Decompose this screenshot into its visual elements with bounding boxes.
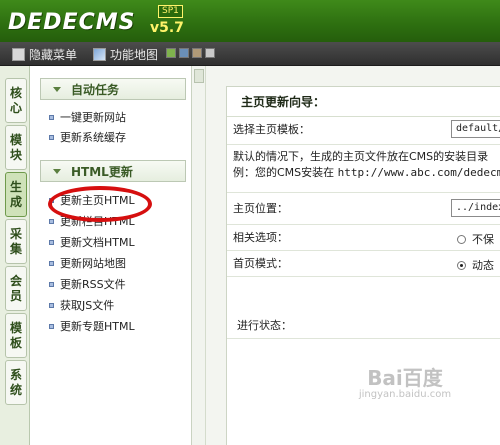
radio-checked-icon [457,260,466,270]
sidebar-item-update-doc-html[interactable]: 更新文档HTML [49,234,135,250]
theme-green-icon[interactable] [166,48,176,58]
panel-title: 主页更新向导： [227,87,500,117]
app-header: DEDECMS SP1 v5.7 [0,0,500,42]
function-map-label: 功能地图 [110,48,159,62]
scroll-up-arrow[interactable] [194,69,204,83]
mode-label: 首页模式： [233,257,288,270]
theme-gray-icon[interactable] [205,48,215,58]
related-label: 相关选项： [233,231,288,244]
splitter[interactable] [192,66,206,445]
sidebar-item-update-cache[interactable]: 更新系统缓存 [49,129,126,145]
section-auto-tasks[interactable]: 自动任务 [40,78,186,100]
bullet-icon [49,260,54,266]
baidu-watermark: Bai百度 jingyan.baidu.com [330,362,480,400]
sidebar-item-update-sitemap[interactable]: 更新网站地图 [49,255,126,271]
description-row: 默认的情况下，生成的主页文件放在CMS的安装目录 例：您的CMS安装在 http… [227,145,500,193]
related-option-label: 不保 [472,233,494,246]
item-label: 更新专题HTML [60,320,135,333]
item-label: 更新网站地图 [60,257,126,270]
item-label: 更新文档HTML [60,236,135,249]
sidebar-item-update-rss[interactable]: 更新RSS文件 [49,276,126,292]
sidebar-item-update-topic-html[interactable]: 更新专题HTML [49,318,135,334]
window-icon [12,48,25,61]
watermark-sub: jingyan.baidu.com [358,389,452,400]
sp-badge: SP1 [158,5,183,18]
status-label: 进行状态： [227,311,500,339]
theme-brown-icon[interactable] [192,48,202,58]
related-option-radio[interactable]: 不保 [457,231,494,247]
watermark-text: Bai百度 [367,366,443,390]
map-icon [93,48,106,61]
bullet-icon [49,134,54,140]
item-label: 获取JS文件 [60,299,115,312]
tab-core[interactable]: 核心 [5,78,27,123]
mode-dynamic-radio[interactable]: 动态 [457,257,494,273]
mode-option-label: 动态 [472,259,494,272]
radio-unchecked-icon [457,234,466,244]
bullet-icon [49,239,54,245]
sidebar-item-one-click-update[interactable]: 一键更新网站 [49,109,126,125]
position-label: 主页位置： [233,202,288,215]
highlight-circle [48,186,152,222]
sidebar: 自动任务 一键更新网站 更新系统缓存 HTML更新 更新主页HTML 更新栏目H… [30,66,192,445]
mode-row: 首页模式： 动态 [227,251,500,277]
version-label: v5.7 [150,20,184,36]
section-html-update[interactable]: HTML更新 [40,160,186,182]
desc-line-2: 例：您的CMS安装在 http://www.abc.com/dedecms/ [233,165,500,181]
menubar: 隐藏菜单 功能地图 [0,42,500,66]
dedecms-logo: DEDECMS [8,10,136,35]
item-label: 更新RSS文件 [60,278,126,291]
bullet-icon [49,323,54,329]
tab-module[interactable]: 模块 [5,125,27,170]
function-map-button[interactable]: 功能地图 [93,46,158,63]
hide-menu-label: 隐藏菜单 [29,48,78,62]
bullet-icon [49,281,54,287]
desc-line-1: 默认的情况下，生成的主页文件放在CMS的安装目录 [233,150,489,163]
module-tabs: 核心 模块 生成 采集 会员 模板 系统 [0,66,30,445]
tab-template[interactable]: 模板 [5,313,27,358]
theme-blue-icon[interactable] [179,48,189,58]
position-row: 主页位置： ../index.html [227,193,500,225]
bullet-icon [49,114,54,120]
tab-generate[interactable]: 生成 [5,172,27,217]
sidebar-item-get-js[interactable]: 获取JS文件 [49,297,114,313]
description-text: 默认的情况下，生成的主页文件放在CMS的安装目录 例：您的CMS安装在 http… [233,149,500,181]
position-input[interactable]: ../index.html [451,199,500,217]
item-label: 一键更新网站 [60,111,126,124]
item-label: 更新系统缓存 [60,131,126,144]
hide-menu-button[interactable]: 隐藏菜单 [12,46,77,63]
tab-member[interactable]: 会员 [5,266,27,311]
template-label: 选择主页模板： [233,123,310,136]
bullet-icon [49,218,54,224]
tab-system[interactable]: 系统 [5,360,27,405]
desc-url: http://www.abc.com/dedecms/ [337,166,500,179]
tab-collect[interactable]: 采集 [5,219,27,264]
desc-prefix: 例：您的CMS安装在 [233,166,335,179]
related-row: 相关选项： 不保 [227,225,500,251]
bullet-icon [49,302,54,308]
template-input[interactable]: default/ [451,120,500,138]
template-row: 选择主页模板： default/ [227,117,500,145]
